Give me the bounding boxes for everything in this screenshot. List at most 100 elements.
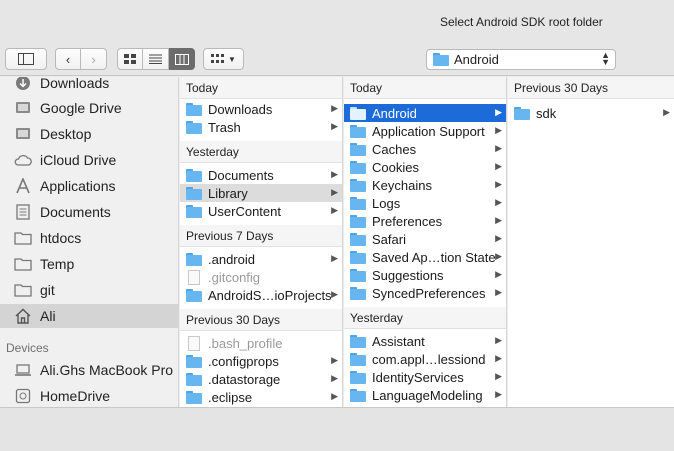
folder-icon — [350, 268, 366, 282]
browser-column-1: Today Downloads ▶ Trash ▶ Yesterday Docume… — [180, 77, 343, 407]
disclosure-arrow-icon: ▶ — [495, 197, 502, 207]
list-view-button[interactable] — [143, 48, 169, 70]
sidebar-item-temp[interactable]: Temp — [0, 252, 178, 276]
group-header: Yesterday — [344, 307, 506, 329]
group-header: Previous 7 Days — [180, 225, 342, 247]
updown-chevron-icon: ▲ ▼ — [601, 50, 610, 67]
list-item[interactable]: .datastorage ▶ — [180, 370, 342, 388]
sidebar-item-label: Applications — [40, 178, 116, 194]
document-icon — [188, 335, 200, 351]
sidebar-item-documents[interactable]: Documents — [0, 200, 178, 224]
folder-icon — [350, 214, 366, 228]
folder-icon — [14, 229, 32, 247]
folder-icon — [14, 255, 32, 273]
desktop-icon — [14, 125, 32, 143]
folder-icon — [350, 352, 366, 366]
list-item[interactable]: .eclipse ▶ — [180, 388, 342, 406]
column-view-button[interactable] — [169, 48, 195, 70]
sidebar-item-label: Desktop — [40, 126, 92, 142]
list-item[interactable]: Caches ▶ — [344, 140, 506, 158]
list-item[interactable]: SyncedPreferences ▶ — [344, 284, 506, 302]
group-header: Previous 30 Days — [180, 309, 342, 331]
title-bar: Select Android SDK root folder — [0, 0, 674, 42]
disclosure-arrow-icon: ▶ — [331, 205, 338, 215]
disclosure-arrow-icon: ▶ — [495, 107, 502, 117]
folder-icon — [350, 178, 366, 192]
column-view-icon — [174, 53, 189, 65]
drive-icon — [14, 387, 32, 405]
list-item[interactable]: Saved Ap…tion State ▶ — [344, 248, 506, 266]
list-item[interactable]: .gitconfig — [180, 268, 342, 286]
sidebar-section-devices: Devices — [6, 341, 49, 355]
sidebar-item-macbook[interactable]: Ali.Ghs MacBook Pro — [0, 358, 178, 382]
list-item[interactable]: Logs ▶ — [344, 194, 506, 212]
sidebar-item-icloud-drive[interactable]: iCloud Drive — [0, 148, 178, 172]
browser-column-3: Previous 30 Days sdk ▶ — [508, 77, 674, 407]
list-item[interactable]: .android ▶ — [180, 250, 342, 268]
folder-icon — [433, 53, 449, 66]
list-item[interactable]: Application Support ▶ — [344, 122, 506, 140]
list-item[interactable]: Android ▶ — [344, 104, 506, 122]
list-item[interactable]: Assistant ▶ — [344, 332, 506, 350]
list-item[interactable]: .bash_profile — [180, 334, 342, 352]
folder-icon — [350, 232, 366, 246]
home-icon — [14, 307, 32, 325]
sidebar-item-label: Ali.Ghs MacBook Pro — [40, 362, 174, 378]
sidebar-item-label: Documents — [40, 204, 111, 220]
sidebar-item-label: iCloud Drive — [40, 152, 117, 168]
disclosure-arrow-icon: ▶ — [331, 373, 338, 383]
path-popup[interactable]: Android ▲ ▼ — [426, 49, 616, 70]
sidebar-item-google-drive[interactable]: Google Drive — [0, 96, 178, 120]
list-item[interactable]: .configprops ▶ — [180, 352, 342, 370]
group-header: Yesterday — [180, 141, 342, 163]
icon-view-button[interactable] — [117, 48, 143, 70]
sidebar-item-ali[interactable]: Ali — [0, 304, 178, 328]
list-item[interactable]: Suggestions ▶ — [344, 266, 506, 284]
list-item[interactable]: AndroidS…ioProjects ▶ — [180, 286, 342, 304]
forward-button[interactable]: › — [81, 48, 107, 70]
document-icon — [188, 269, 200, 285]
list-item[interactable]: Preferences ▶ — [344, 212, 506, 230]
arrange-button[interactable]: ▼ — [203, 48, 244, 70]
folder-icon — [186, 168, 202, 182]
folder-icon — [186, 354, 202, 368]
sidebar-item-homedrive[interactable]: HomeDrive — [0, 384, 178, 407]
sidebar: Downloads Google Drive Desktop iCloud Dr… — [0, 77, 179, 407]
list-item[interactable]: LanguageModeling ▶ — [344, 386, 506, 404]
google-drive-icon — [14, 99, 32, 117]
list-item[interactable]: sdk ▶ — [508, 104, 674, 122]
disclosure-arrow-icon: ▶ — [495, 233, 502, 243]
sidebar-item-label: htdocs — [40, 230, 82, 246]
folder-icon — [350, 334, 366, 348]
sidebar-item-git[interactable]: git — [0, 278, 178, 302]
list-item[interactable]: Library ▶ — [180, 184, 342, 202]
sidebar-item-downloads[interactable]: Downloads — [0, 77, 178, 95]
arrange-icon — [211, 54, 225, 63]
list-item[interactable]: Keychains ▶ — [344, 176, 506, 194]
list-view-icon — [149, 54, 162, 64]
list-item[interactable]: Trash ▶ — [180, 118, 342, 136]
sidebar-item-label: Ali — [40, 308, 56, 324]
group-header: Today — [180, 77, 342, 99]
folder-icon — [350, 286, 366, 300]
disclosure-arrow-icon: ▶ — [495, 335, 502, 345]
group-header: Today — [344, 77, 506, 99]
sidebar-item-applications[interactable]: Applications — [0, 174, 178, 198]
sidebar-toggle-button[interactable] — [5, 48, 47, 70]
list-item[interactable]: Documents ▶ — [180, 166, 342, 184]
list-item[interactable]: com.appl…lessiond ▶ — [344, 350, 506, 368]
back-button[interactable]: ‹ — [55, 48, 81, 70]
list-item[interactable]: Safari ▶ — [344, 230, 506, 248]
sidebar-item-desktop[interactable]: Desktop — [0, 122, 178, 146]
list-item[interactable]: UserContent ▶ — [180, 202, 342, 220]
downloads-icon — [14, 77, 32, 92]
sidebar-item-htdocs[interactable]: htdocs — [0, 226, 178, 250]
list-item[interactable]: Cookies ▶ — [344, 158, 506, 176]
list-item[interactable]: IdentityServices ▶ — [344, 368, 506, 386]
list-item[interactable]: Downloads ▶ — [180, 100, 342, 118]
sidebar-item-label: Google Drive — [40, 100, 122, 116]
disclosure-arrow-icon: ▶ — [495, 287, 502, 297]
disclosure-arrow-icon: ▶ — [495, 269, 502, 279]
folder-icon — [186, 120, 202, 134]
disclosure-arrow-icon: ▶ — [495, 161, 502, 171]
